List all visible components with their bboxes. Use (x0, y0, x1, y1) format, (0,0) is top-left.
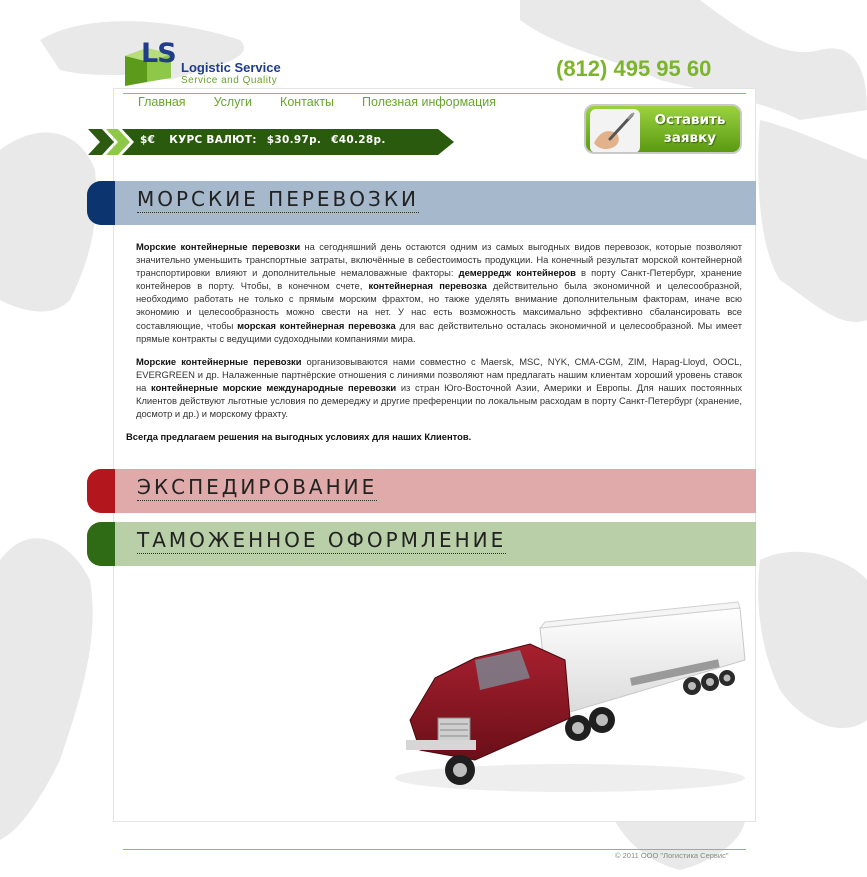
leave-request-button[interactable]: Оставить заявку (584, 104, 742, 154)
p1-run-6: морская контейнерная перевозка (237, 319, 396, 331)
section-expediting-title: ЭКСПЕДИРОВАНИЕ (137, 475, 378, 501)
hand-pen-icon (590, 109, 640, 152)
section-expediting[interactable]: ЭКСПЕДИРОВАНИЕ (87, 469, 756, 513)
nav-item-services[interactable]: Услуги (214, 95, 252, 109)
logo-letters: LS (141, 38, 177, 69)
leave-request-label: Оставить заявку (642, 111, 738, 147)
section-customs-tab (87, 522, 115, 566)
section-expediting-tab (87, 469, 115, 513)
leave-request-line1: Оставить (654, 112, 726, 128)
article-paragraph-2: Морские контейнерные перевозки организов… (126, 355, 742, 420)
p2-run-0: Морские контейнерные перевозки (136, 355, 302, 367)
rates-label: КУРС ВАЛЮТ: (169, 134, 257, 146)
nav-item-useful-info[interactable]: Полезная информация (362, 95, 496, 109)
nav-item-contacts[interactable]: Контакты (280, 95, 334, 109)
copyright: © 2011 ООО "Логистика Сервис" (615, 851, 729, 860)
footer-divider (123, 849, 746, 850)
p1-run-0: Морские контейнерные перевозки (136, 241, 301, 252)
article-closing-statement: Всегда предлагаем решения на выгодных ус… (126, 431, 472, 443)
p2-run-2: контейнерные морские международные перев… (151, 381, 397, 393)
currency-icon: $€ (140, 134, 156, 146)
eur-rate: €40.28р. (331, 134, 386, 146)
currency-rates-bar: $€ КУРС ВАЛЮТ: $30.97р. €40.28р. (88, 129, 454, 155)
header-divider (123, 93, 746, 94)
logo[interactable]: LS Logistic Service Service and Quality (125, 38, 315, 88)
p1-run-2: демерредж контейнеров (458, 267, 576, 279)
usd-rate: $30.97р. (266, 134, 322, 146)
logo-company-name: Logistic Service (181, 60, 281, 75)
section-sea-tab (87, 181, 115, 225)
p1-run-4: контейнерная перевозка (368, 280, 487, 292)
section-sea-transport[interactable]: МОРСКИЕ ПЕРЕВОЗКИ (87, 181, 756, 225)
sea-article: Морские контейнерные перевозки на сегодн… (126, 240, 742, 453)
leave-request-line2: заявку (663, 130, 717, 146)
article-paragraph-1: Морские контейнерные перевозки на сегодн… (126, 240, 742, 345)
rates-text: $€ КУРС ВАЛЮТ: $30.97р. €40.28р. (140, 134, 396, 146)
section-customs[interactable]: ТАМОЖЕННОЕ ОФОРМЛЕНИЕ (87, 522, 756, 566)
logo-tagline: Service and Quality (181, 75, 278, 86)
truck-image (395, 601, 746, 792)
nav-item-home[interactable]: Главная (138, 95, 186, 109)
phone-number: (812) 495 95 60 (556, 56, 712, 81)
section-customs-title: ТАМОЖЕННОЕ ОФОРМЛЕНИЕ (137, 528, 507, 554)
section-sea-title: МОРСКИЕ ПЕРЕВОЗКИ (137, 187, 419, 213)
article-paragraph-3: Всегда предлагаем решения на выгодных ус… (126, 430, 742, 443)
main-nav: Главная Услуги Контакты Полезная информа… (138, 95, 524, 109)
